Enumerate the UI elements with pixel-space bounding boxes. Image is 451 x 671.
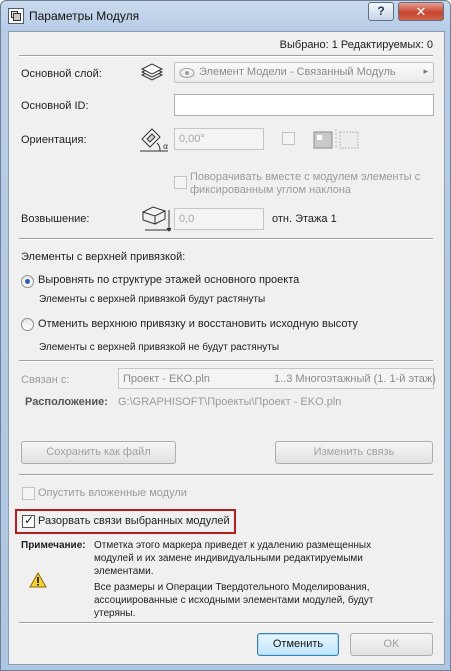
orientation-angle-input[interactable]: 0,00°	[174, 128, 264, 150]
rotate-with-module-checkbox[interactable]	[174, 176, 187, 189]
divider	[19, 360, 433, 362]
restore-height-radio[interactable]	[21, 318, 34, 331]
help-button[interactable]: ?	[368, 2, 394, 21]
linked-to-label: Связан с:	[21, 374, 70, 386]
align-stories-label[interactable]: Выровнять по структуре этажей основного …	[38, 274, 299, 286]
linked-story: 1..3 Многоэтажный (1. 1-й этаж)	[274, 373, 436, 385]
main-layer-dropdown[interactable]: Элемент Модели - Связанный Модуль ▸	[174, 62, 434, 83]
save-as-file-button[interactable]: Сохранить как файл	[21, 441, 176, 464]
elevation-icon	[141, 206, 172, 232]
main-layer-label: Основной слой:	[21, 68, 102, 80]
rotate-with-module-label-1: Поворачивать вместе с модулем элементы с	[190, 171, 421, 183]
module-app-icon	[8, 8, 24, 24]
rotate-with-module-label-2: фиксированным углом наклона	[190, 184, 352, 196]
eye-icon	[179, 68, 195, 78]
elevation-input[interactable]: 0,0	[174, 208, 264, 230]
divider	[19, 55, 433, 57]
linked-file: Проект - EKO.pln	[123, 373, 210, 385]
align-stories-radio[interactable]	[21, 275, 34, 288]
elevation-reference: отн. Этажа 1	[272, 213, 337, 225]
note-line-3: элементами.	[94, 566, 154, 577]
note-line-6: утеряны.	[94, 608, 136, 619]
orientation-lock-checkbox[interactable]	[282, 132, 295, 145]
restore-height-label[interactable]: Отменить верхнюю привязку и восстановить…	[38, 318, 358, 330]
elevation-label: Возвышение:	[21, 213, 90, 225]
skip-nested-checkbox[interactable]	[22, 487, 35, 500]
divider	[19, 238, 433, 240]
dialog-window: Параметры Модуля ? ✕ Выбрано: 1 Редактир…	[0, 0, 451, 671]
align-stories-note: Элементы с верхней привязкой будут растя…	[39, 294, 266, 305]
linked-file-field: Проект - EKO.pln 1..3 Многоэтажный (1. 1…	[118, 368, 436, 389]
dialog-body: Выбрано: 1 Редактируемых: 0 Основной сло…	[8, 31, 445, 665]
layers-icon	[140, 63, 164, 81]
divider	[19, 474, 433, 476]
main-id-input[interactable]	[174, 94, 434, 116]
skip-nested-label: Опустить вложенные модули	[38, 487, 187, 499]
close-button[interactable]: ✕	[398, 2, 444, 21]
cancel-button[interactable]: Отменить	[257, 633, 339, 656]
orientation-label: Ориентация:	[21, 134, 87, 146]
chevron-right-icon: ▸	[423, 66, 428, 76]
note-line-4: Все размеры и Операции Твердотельного Мо…	[94, 582, 370, 593]
selection-info: Выбрано: 1 Редактируемых: 0	[279, 39, 433, 51]
main-layer-value: Элемент Модели - Связанный Модуль	[199, 66, 396, 78]
location-label: Расположение:	[25, 396, 108, 408]
main-id-label: Основной ID:	[21, 100, 89, 112]
divider	[19, 622, 433, 624]
svg-text:α: α	[163, 142, 168, 151]
restore-height-note: Элементы с верхней привязкой не будут ра…	[39, 342, 280, 353]
title-bar[interactable]: Параметры Модуля ? ✕	[1, 1, 450, 31]
location-value: G:\GRAPHISOFT\Проекты\Проект - EKO.pln	[118, 396, 342, 408]
note-line-2: модулей и их замене индивидуальными реда…	[94, 553, 363, 564]
top-link-heading: Элементы с верхней привязкой:	[21, 251, 186, 263]
window-title: Параметры Модуля	[29, 9, 140, 23]
change-link-button[interactable]: Изменить связь	[275, 441, 433, 464]
warning-icon	[29, 572, 47, 588]
note-line-5: ассоциированные с исходными элементами м…	[94, 595, 374, 606]
mirror-icon	[313, 129, 359, 149]
break-links-checkbox[interactable]	[22, 513, 35, 528]
note-line-1: Отметка этого маркера приведет к удалени…	[94, 540, 372, 551]
ok-button[interactable]: OK	[350, 633, 433, 656]
note-label: Примечание:	[21, 540, 86, 551]
break-links-label[interactable]: Разорвать связи выбранных модулей	[38, 515, 230, 527]
orientation-icon: α	[140, 128, 168, 152]
